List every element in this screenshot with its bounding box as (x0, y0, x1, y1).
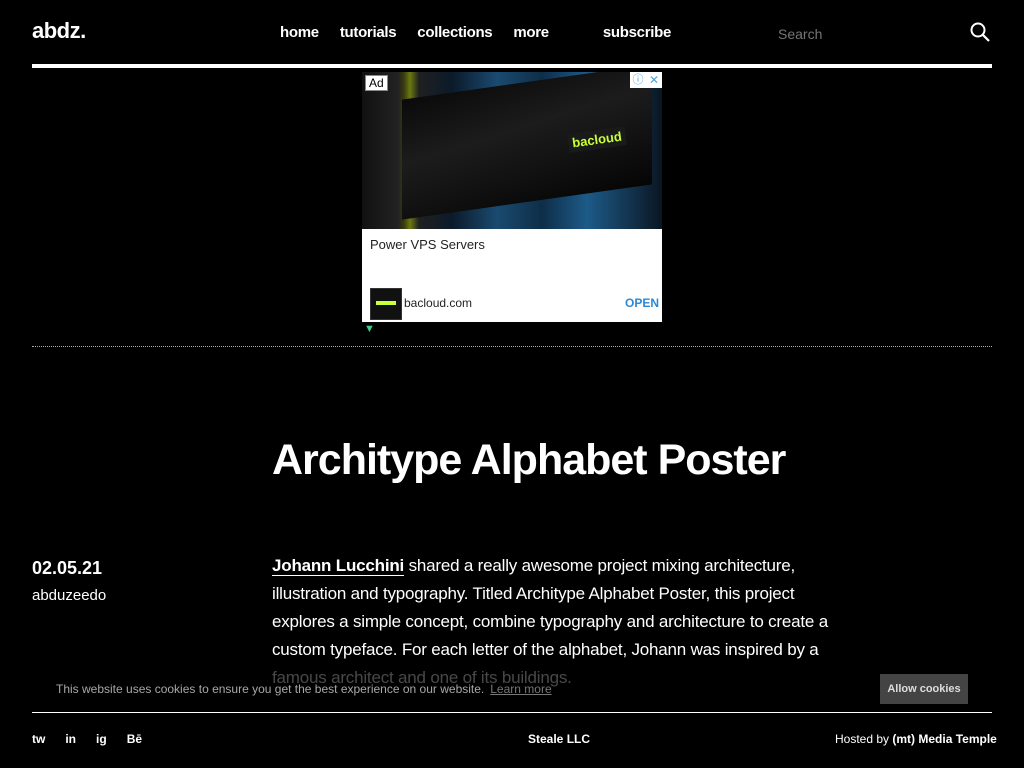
cookie-banner: This website uses cookies to ensure you … (32, 670, 992, 710)
ad-divider (32, 346, 992, 347)
ad-open-button[interactable]: OPEN (625, 296, 659, 310)
footer-hosted-by: Hosted by (mt) Media Temple (835, 732, 997, 746)
ad-info-icon[interactable]: ⓘ (630, 72, 646, 88)
article-author[interactable]: abduzeedo (32, 587, 106, 604)
footer-divider (32, 712, 992, 713)
ad-badge: Ad (365, 75, 388, 91)
article-date: 02.05.21 (32, 558, 103, 578)
search-input[interactable] (778, 26, 948, 42)
twitter-link[interactable]: tw (32, 732, 45, 746)
linkedin-link[interactable]: in (65, 732, 76, 746)
cookie-learn-more-link[interactable]: Learn more (490, 682, 551, 696)
footer-copyright[interactable]: Steale LLC (528, 732, 590, 746)
ad-banner[interactable]: bacloud Ad ⓘ ✕ Power VPS Servers bacloud… (362, 72, 662, 322)
hosted-prefix: Hosted by (835, 732, 893, 746)
cookie-message-text: This website uses cookies to ensure you … (56, 682, 485, 696)
nav-collections[interactable]: collections (417, 24, 492, 41)
main-nav: home tutorials collections more subscrib… (280, 24, 692, 41)
site-header: abdz. home tutorials collections more su… (32, 0, 992, 64)
ad-headline[interactable]: Power VPS Servers (370, 237, 485, 252)
hosting-provider-link[interactable]: (mt) Media Temple (892, 732, 996, 746)
nav-home[interactable]: home (280, 24, 319, 41)
ad-advertiser-logo[interactable] (370, 288, 402, 320)
site-logo[interactable]: abdz. (32, 18, 86, 44)
instagram-link[interactable]: ig (96, 732, 107, 746)
header-divider (32, 64, 992, 68)
cookie-message: This website uses cookies to ensure you … (56, 682, 552, 696)
article-title: Architype Alphabet Poster (272, 436, 786, 484)
nav-subscribe[interactable]: subscribe (603, 24, 671, 41)
allow-cookies-button[interactable]: Allow cookies (880, 674, 968, 704)
author-link[interactable]: Johann Lucchini (272, 556, 404, 576)
nav-tutorials[interactable]: tutorials (340, 24, 397, 41)
ad-image[interactable]: bacloud Ad ⓘ ✕ (362, 72, 662, 229)
search-icon[interactable] (970, 22, 990, 42)
ad-close-icon[interactable]: ✕ (646, 72, 662, 88)
ad-choices-icon[interactable]: ▼ (364, 323, 375, 335)
nav-more[interactable]: more (513, 24, 549, 41)
social-links: tw in ig Bē (32, 732, 162, 746)
behance-link[interactable]: Bē (127, 732, 142, 746)
ad-domain[interactable]: bacloud.com (404, 296, 472, 310)
